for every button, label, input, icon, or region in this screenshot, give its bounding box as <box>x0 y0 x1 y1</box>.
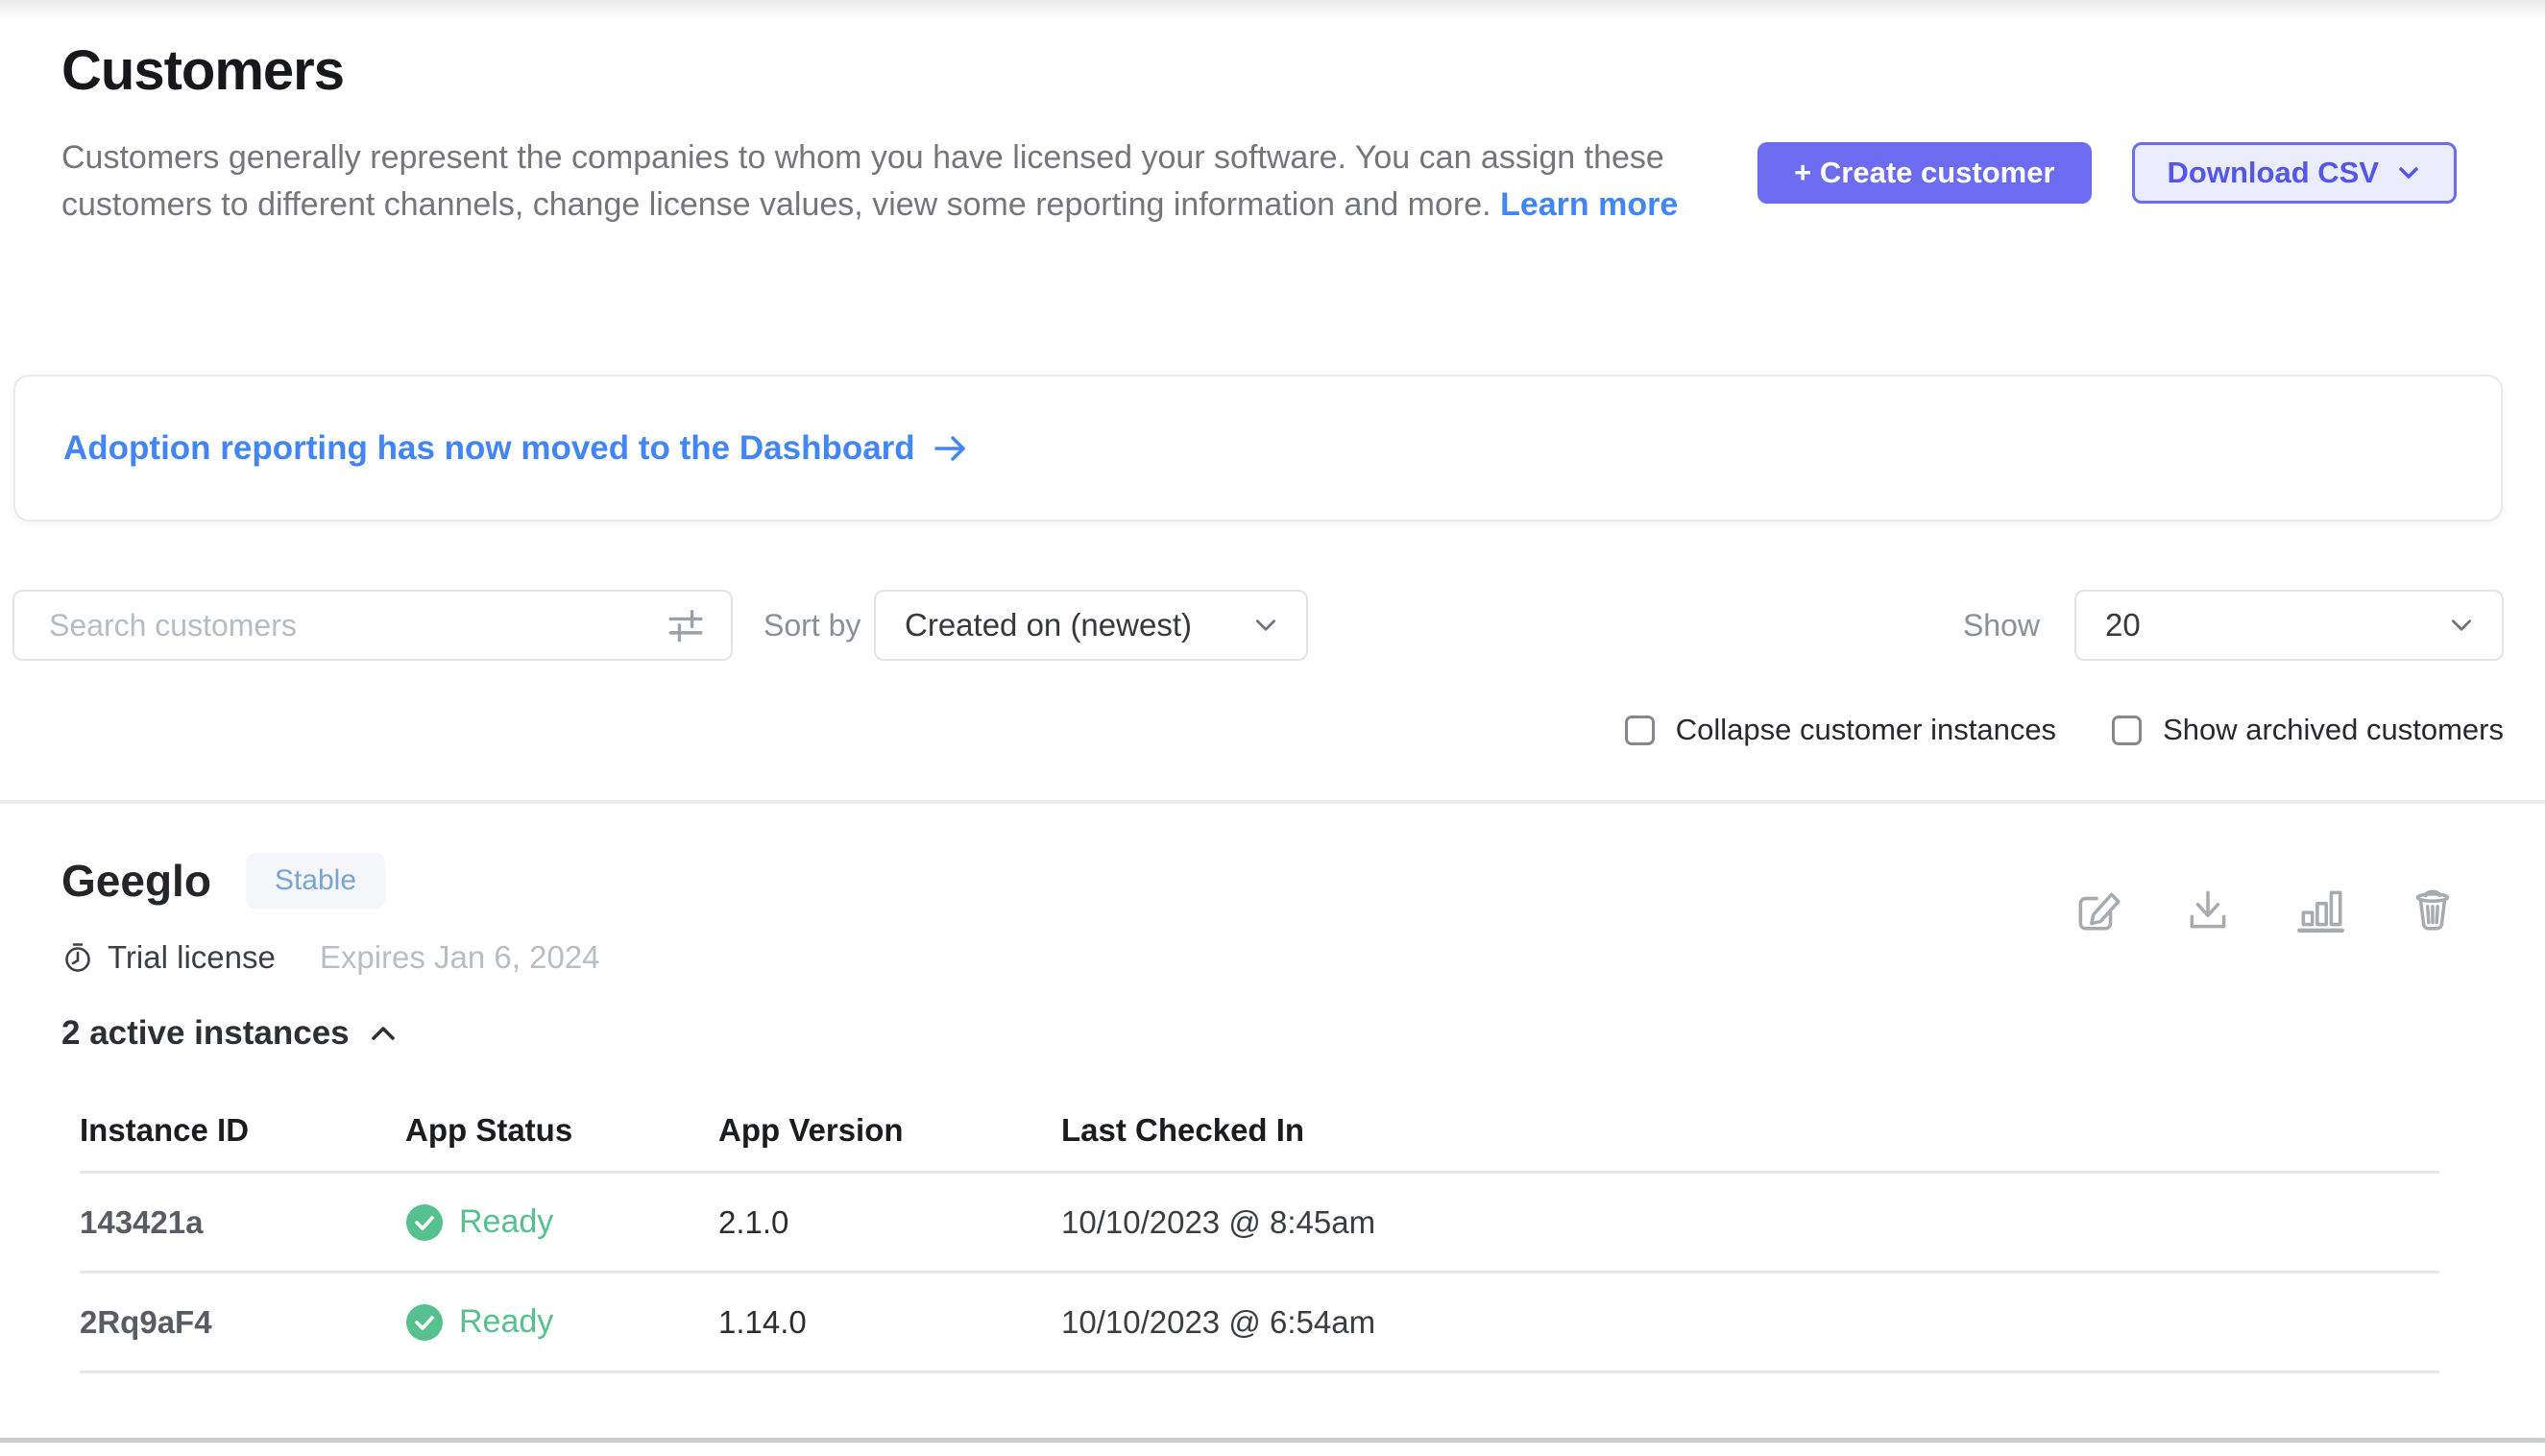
timer-icon <box>61 941 94 974</box>
edit-icon <box>2071 884 2122 935</box>
search-box <box>12 590 733 661</box>
app-status-text: Ready <box>459 1203 553 1241</box>
show-archived-checkbox[interactable]: Show archived customers <box>2112 713 2504 747</box>
create-customer-button[interactable]: + Create customer <box>1757 142 2091 204</box>
show-select[interactable]: 20 <box>2074 590 2504 661</box>
customer-header: Geeglo Stable <box>61 853 385 909</box>
customer-name: Geeglo <box>61 855 211 907</box>
checkbox-row: Collapse customer instances Show archive… <box>1625 713 2504 747</box>
show-group: Show 20 <box>1963 590 2504 661</box>
show-select-value: 20 <box>2105 607 2141 643</box>
license-type: Trial license <box>108 939 276 976</box>
table-row[interactable]: 2Rq9aF4 Ready 1.14.0 10/10/2023 @ 6:54am <box>80 1274 2439 1373</box>
last-checked-in: 10/10/2023 @ 8:45am <box>1061 1204 2439 1241</box>
sort-select-value: Created on (newest) <box>905 607 1192 643</box>
show-archived-label: Show archived customers <box>2163 713 2504 747</box>
instances-table: Instance ID App Status App Version Last … <box>80 1112 2439 1373</box>
sort-by-label: Sort by <box>764 590 860 661</box>
col-header-app-version: App Version <box>718 1112 1061 1149</box>
bar-chart-icon <box>2293 884 2347 935</box>
download-csv-button[interactable]: Download CSV <box>2132 142 2457 204</box>
report-customer-button[interactable] <box>2293 884 2347 935</box>
adoption-banner-text: Adoption reporting has now moved to the … <box>63 429 915 468</box>
learn-more-link[interactable]: Learn more <box>1500 186 1678 223</box>
app-version: 1.14.0 <box>718 1304 1061 1341</box>
section-divider <box>0 800 2545 804</box>
page-title: Customers <box>61 38 344 103</box>
page-description-text: Customers generally represent the compan… <box>61 139 1664 223</box>
check-circle-icon <box>405 1203 444 1242</box>
delete-customer-button[interactable] <box>2407 884 2459 935</box>
sort-select[interactable]: Created on (newest) <box>874 590 1308 661</box>
instance-id: 2Rq9aF4 <box>80 1304 405 1341</box>
checkbox-icon[interactable] <box>2112 716 2142 745</box>
arrow-right-icon <box>933 433 969 464</box>
col-header-last-checked-in: Last Checked In <box>1061 1112 2439 1149</box>
download-csv-label: Download CSV <box>2168 156 2379 190</box>
top-shadow <box>0 0 2545 21</box>
instances-toggle-label: 2 active instances <box>61 1014 350 1053</box>
header-actions: + Create customer Download CSV <box>1757 142 2457 204</box>
toolbar: Sort by Created on (newest) Show 20 <box>0 590 2545 663</box>
chevron-down-icon <box>1252 612 1279 639</box>
edit-customer-button[interactable] <box>2071 884 2122 935</box>
col-header-app-status: App Status <box>405 1112 718 1149</box>
instance-id: 143421a <box>80 1204 405 1241</box>
download-icon <box>2182 884 2234 935</box>
download-customer-button[interactable] <box>2182 884 2234 935</box>
chevron-down-icon <box>2448 612 2475 639</box>
filter-icon[interactable] <box>666 605 706 645</box>
adoption-banner[interactable]: Adoption reporting has now moved to the … <box>13 375 2503 522</box>
col-header-instance-id: Instance ID <box>80 1112 405 1149</box>
bottom-divider <box>0 1438 2545 1443</box>
collapse-instances-label: Collapse customer instances <box>1676 713 2056 747</box>
search-input[interactable] <box>14 592 666 659</box>
chevron-up-icon <box>369 1023 398 1044</box>
collapse-instances-checkbox[interactable]: Collapse customer instances <box>1625 713 2056 747</box>
page-description: Customers generally represent the compan… <box>61 134 1694 229</box>
app-status: Ready <box>405 1303 718 1342</box>
app-version: 2.1.0 <box>718 1204 1061 1241</box>
instances-toggle[interactable]: 2 active instances <box>61 1014 398 1053</box>
trash-icon <box>2407 884 2459 935</box>
checkbox-icon[interactable] <box>1625 716 1655 745</box>
show-label: Show <box>1963 608 2040 643</box>
table-row[interactable]: 143421a Ready 2.1.0 10/10/2023 @ 8:45am <box>80 1174 2439 1274</box>
customer-actions <box>2071 884 2459 935</box>
app-status: Ready <box>405 1203 718 1242</box>
chevron-down-icon <box>2396 160 2421 185</box>
license-expiry: Expires Jan 6, 2024 <box>320 939 600 976</box>
channel-badge: Stable <box>246 853 385 909</box>
check-circle-icon <box>405 1303 444 1342</box>
customer-meta: Trial license Expires Jan 6, 2024 <box>61 939 600 976</box>
table-header-row: Instance ID App Status App Version Last … <box>80 1112 2439 1174</box>
app-status-text: Ready <box>459 1303 553 1341</box>
last-checked-in: 10/10/2023 @ 6:54am <box>1061 1304 2439 1341</box>
